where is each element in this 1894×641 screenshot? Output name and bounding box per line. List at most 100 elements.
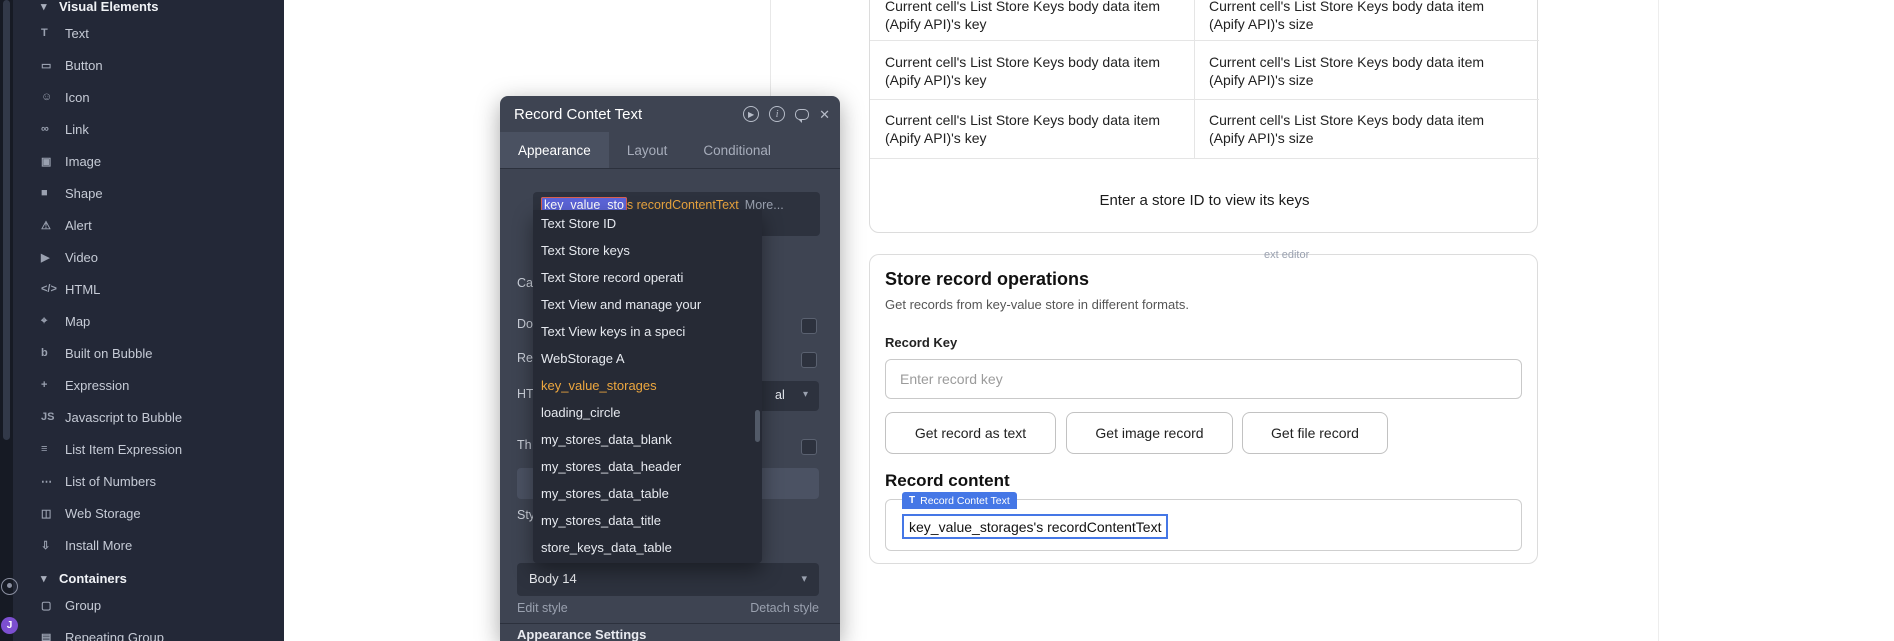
sidebar-item-label: Repeating Group xyxy=(65,630,164,641)
autocomplete-item[interactable]: store_keys_data_table xyxy=(533,534,762,561)
sidebar-item-image[interactable]: ▣Image xyxy=(13,145,284,177)
autocomplete-item[interactable]: Text View and manage your xyxy=(533,291,762,318)
text-icon: T xyxy=(41,27,65,39)
select-value-fragment: al xyxy=(775,388,785,402)
selected-element-name: Record Contet Text xyxy=(920,495,1010,507)
autocomplete-item[interactable]: Text Store record operati xyxy=(533,264,762,291)
avatar[interactable]: J xyxy=(1,617,18,634)
get-record-as-text-button[interactable]: Get record as text xyxy=(885,412,1056,454)
sidebar-section-label: Containers xyxy=(59,571,127,586)
autocomplete-item[interactable]: Text Store keys xyxy=(533,237,762,264)
sidebar-item-label: Web Storage xyxy=(65,506,141,521)
style-select[interactable]: Body 14 ▾ xyxy=(517,563,819,596)
field-label-fragment: Do xyxy=(517,317,533,331)
sidebar-item-label: Expression xyxy=(65,378,129,393)
checkbox[interactable] xyxy=(801,318,817,334)
autocomplete-item[interactable]: WebStorage A xyxy=(533,345,762,372)
dropdown-scrollbar-thumb[interactable] xyxy=(755,410,760,442)
checkbox[interactable] xyxy=(801,439,817,455)
sidebar-item-label: List of Numbers xyxy=(65,474,156,489)
sidebar-item-text[interactable]: TText xyxy=(13,17,284,49)
autocomplete-item[interactable]: my_stores_data_header xyxy=(533,453,762,480)
preview-play-icon[interactable]: ▶ xyxy=(743,106,759,122)
sidebar-item-video[interactable]: ▶Video xyxy=(13,241,284,273)
autocomplete-item[interactable]: my_stores_data_blank xyxy=(533,426,762,453)
grid-cell-key: Current cell's List Store Keys body data… xyxy=(885,53,1187,89)
property-editor-panel: Record Contet Text ▶ i ✕ Appearance Layo… xyxy=(500,96,840,641)
bubble-editor-window: Current cell's List Store Keys body data… xyxy=(0,0,1894,641)
chevron-down-icon: ▾ xyxy=(803,389,808,400)
selected-text-element[interactable]: key_value_storages's recordContentText xyxy=(902,514,1168,539)
sidebar-section-header-visual-elements[interactable]: ▾Visual Elements xyxy=(13,0,284,17)
group-icon: ▢ xyxy=(41,599,65,612)
autocomplete-item[interactable]: key_value_storages xyxy=(533,372,762,399)
checkbox[interactable] xyxy=(801,352,817,368)
javascript-to-bubble-icon: JS xyxy=(41,411,65,423)
autocomplete-item[interactable]: my_stores_data_table xyxy=(533,480,762,507)
sidebar-item-web-storage[interactable]: ◫Web Storage xyxy=(13,497,284,529)
autocomplete-item[interactable]: loading_circle xyxy=(533,399,762,426)
sidebar-item-button[interactable]: ▭Button xyxy=(13,49,284,81)
autocomplete-item[interactable]: Text View keys in a speci xyxy=(533,318,762,345)
grid-cell-size: Current cell's List Store Keys body data… xyxy=(1209,53,1511,89)
help-icon[interactable] xyxy=(1,578,18,595)
sidebar-item-label: Icon xyxy=(65,90,90,105)
sidebar-item-list-item-expression[interactable]: ≡List Item Expression xyxy=(13,433,284,465)
store-record-operations-group[interactable]: Store record operations Get records from… xyxy=(869,254,1538,564)
sidebar-scrollbar[interactable] xyxy=(0,0,13,641)
get-file-record-button[interactable]: Get file record xyxy=(1242,412,1388,454)
install-more-icon: ⇩ xyxy=(41,539,65,552)
open-text-editor-link[interactable]: ext editor xyxy=(1264,249,1309,261)
sidebar-item-repeating-group[interactable]: ▤Repeating Group xyxy=(13,621,284,641)
edit-style-link[interactable]: Edit style xyxy=(517,601,568,615)
selected-element-tag[interactable]: T Record Contet Text xyxy=(902,492,1017,509)
field-label-fragment: Th xyxy=(517,438,532,452)
sidebar-item-label: Map xyxy=(65,314,90,329)
operations-subtitle: Get records from key-value store in diff… xyxy=(885,297,1189,312)
icon-icon: ☺ xyxy=(41,91,65,103)
sidebar-item-shape[interactable]: ■Shape xyxy=(13,177,284,209)
sidebar-item-install-more[interactable]: ⇩Install More xyxy=(13,529,284,561)
sidebar-item-icon[interactable]: ☺Icon xyxy=(13,81,284,113)
web-storage-icon: ◫ xyxy=(41,507,65,520)
sidebar-item-built-on-bubble[interactable]: bBuilt on Bubble xyxy=(13,337,284,369)
tab-conditional[interactable]: Conditional xyxy=(685,132,789,168)
sidebar-item-label: Javascript to Bubble xyxy=(65,410,182,425)
map-icon: ⌖ xyxy=(41,315,65,328)
list-of-numbers-icon: ⋯ xyxy=(41,475,65,488)
element-title: Record Contet Text xyxy=(514,106,743,123)
row-divider xyxy=(870,99,1539,100)
comment-icon[interactable] xyxy=(795,109,809,120)
sidebar-section-header-containers[interactable]: ▾Containers xyxy=(13,567,284,589)
tab-layout[interactable]: Layout xyxy=(609,132,686,168)
sidebar-item-group[interactable]: ▢Group xyxy=(13,589,284,621)
sidebar-scrollbar-thumb[interactable] xyxy=(3,0,10,440)
detach-style-link[interactable]: Detach style xyxy=(750,601,819,615)
get-image-record-button[interactable]: Get image record xyxy=(1066,412,1233,454)
store-keys-repeating-group[interactable]: Current cell's List Store Keys body data… xyxy=(869,0,1538,233)
appearance-settings-header[interactable]: Appearance Settings xyxy=(517,627,646,641)
autocomplete-dropdown: Text Store IDText Store keysText Store r… xyxy=(533,210,762,563)
empty-state-text: Enter a store ID to view its keys xyxy=(870,192,1539,209)
element-palette-sidebar: ▾Visual ElementsTText▭Button☺Icon∞Link▣I… xyxy=(0,0,284,641)
sidebar-item-html[interactable]: </>HTML xyxy=(13,273,284,305)
autocomplete-item[interactable]: Text Store ID xyxy=(533,210,762,237)
close-icon[interactable]: ✕ xyxy=(819,108,830,121)
sidebar-item-label: Button xyxy=(65,58,103,73)
sidebar-item-link[interactable]: ∞Link xyxy=(13,113,284,145)
autocomplete-item[interactable]: my_stores_data_title xyxy=(533,507,762,534)
record-key-input[interactable] xyxy=(885,359,1522,399)
field-label-fragment: HT xyxy=(517,387,534,401)
info-icon[interactable]: i xyxy=(769,106,785,122)
sidebar-item-alert[interactable]: ⚠Alert xyxy=(13,209,284,241)
tab-appearance[interactable]: Appearance xyxy=(500,132,609,168)
sidebar-item-list-of-numbers[interactable]: ⋯List of Numbers xyxy=(13,465,284,497)
operations-title: Store record operations xyxy=(885,269,1089,290)
field-label-fragment: Ca xyxy=(517,276,533,290)
sidebar-item-expression[interactable]: +Expression xyxy=(13,369,284,401)
sidebar-item-label: Install More xyxy=(65,538,132,553)
sidebar-item-map[interactable]: ⌖Map xyxy=(13,305,284,337)
sidebar-item-label: Group xyxy=(65,598,101,613)
sidebar-item-javascript-to-bubble[interactable]: JSJavascript to Bubble xyxy=(13,401,284,433)
property-editor-titlebar[interactable]: Record Contet Text ▶ i ✕ xyxy=(500,96,840,132)
